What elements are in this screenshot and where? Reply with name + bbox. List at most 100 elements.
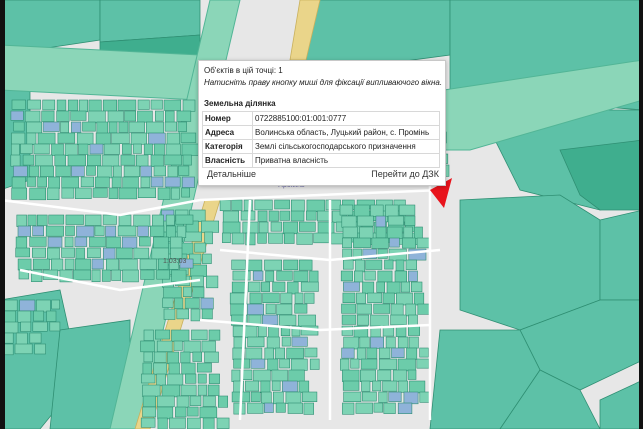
house-plot[interactable] — [353, 204, 370, 218]
house-plot[interactable] — [150, 225, 165, 237]
house-plot[interactable] — [29, 236, 47, 247]
house-plot[interactable] — [361, 380, 371, 392]
house-plot[interactable] — [181, 187, 191, 198]
house-plot[interactable] — [264, 347, 274, 360]
house-plot[interactable] — [167, 165, 178, 178]
house-plot[interactable] — [133, 214, 151, 227]
house-plot[interactable] — [339, 204, 354, 216]
house-plot[interactable] — [103, 247, 116, 260]
house-plot[interactable] — [71, 165, 85, 177]
house-plot[interactable] — [258, 221, 269, 234]
house-plot[interactable] — [80, 176, 94, 188]
house-plot[interactable] — [49, 321, 61, 332]
house-plot[interactable] — [54, 154, 66, 167]
house-plot[interactable] — [293, 270, 309, 282]
house-plot[interactable] — [141, 373, 156, 384]
house-plot[interactable] — [64, 236, 74, 248]
house-plot[interactable] — [36, 214, 48, 226]
house-plot[interactable] — [73, 269, 92, 281]
house-plot[interactable] — [218, 395, 229, 408]
house-plot[interactable] — [201, 220, 220, 233]
house-plot[interactable] — [263, 402, 274, 413]
house-plot[interactable] — [199, 406, 218, 419]
house-plot[interactable] — [51, 299, 61, 310]
house-plot[interactable] — [288, 369, 305, 382]
house-plot[interactable] — [244, 325, 258, 339]
house-plot[interactable] — [50, 258, 64, 272]
house-plot[interactable] — [271, 380, 281, 391]
house-plot[interactable] — [265, 303, 276, 315]
house-plot[interactable] — [403, 391, 419, 405]
house-plot[interactable] — [268, 232, 284, 244]
house-plot[interactable] — [356, 303, 372, 315]
house-plot[interactable] — [139, 258, 157, 270]
go-to-dzk-link[interactable]: Перейти до ДЗК — [371, 169, 439, 179]
house-plot[interactable] — [173, 340, 183, 351]
house-plot[interactable] — [196, 362, 212, 373]
house-plot[interactable] — [61, 176, 79, 189]
house-plot[interactable] — [76, 225, 95, 238]
house-plot[interactable] — [118, 121, 129, 133]
house-plot[interactable] — [197, 384, 208, 396]
house-plot[interactable] — [386, 226, 403, 239]
house-plot[interactable] — [257, 232, 267, 244]
house-plot[interactable] — [389, 237, 400, 248]
house-plot[interactable] — [47, 236, 63, 248]
house-plot[interactable] — [231, 369, 241, 382]
house-plot[interactable] — [40, 165, 54, 177]
house-plot[interactable] — [408, 270, 418, 282]
house-plot[interactable] — [87, 247, 101, 258]
house-plot[interactable] — [185, 373, 197, 384]
house-plot[interactable] — [309, 270, 319, 283]
house-plot[interactable] — [28, 165, 40, 177]
house-plot[interactable] — [357, 215, 374, 227]
house-plot[interactable] — [219, 199, 231, 211]
house-plot[interactable] — [117, 225, 137, 237]
house-plot[interactable] — [216, 417, 230, 429]
house-plot[interactable] — [232, 325, 244, 337]
house-plot[interactable] — [64, 258, 75, 270]
house-plot[interactable] — [92, 187, 108, 198]
house-plot[interactable] — [245, 380, 260, 392]
house-plot[interactable] — [155, 110, 164, 122]
house-plot[interactable] — [279, 210, 290, 221]
house-plot[interactable] — [94, 176, 110, 188]
house-plot[interactable] — [343, 281, 360, 292]
house-plot[interactable] — [157, 417, 168, 429]
house-plot[interactable] — [194, 242, 207, 253]
house-plot[interactable] — [359, 369, 376, 382]
house-plot[interactable] — [242, 221, 259, 234]
house-plot[interactable] — [382, 380, 398, 392]
house-plot[interactable] — [397, 402, 413, 414]
house-plot[interactable] — [378, 347, 391, 359]
house-plot[interactable] — [20, 143, 33, 154]
house-plot[interactable] — [137, 225, 149, 237]
house-plot[interactable] — [61, 247, 75, 258]
house-plot[interactable] — [150, 99, 163, 110]
house-plot[interactable] — [41, 110, 55, 122]
house-plot[interactable] — [175, 406, 187, 418]
house-plot[interactable] — [302, 391, 318, 402]
house-plot[interactable] — [390, 314, 407, 326]
house-plot[interactable] — [250, 391, 261, 402]
house-plot[interactable] — [253, 369, 271, 382]
house-plot[interactable] — [113, 165, 122, 178]
house-plot[interactable] — [187, 417, 201, 429]
house-plot[interactable] — [178, 165, 190, 176]
house-plot[interactable] — [262, 314, 279, 326]
house-plot[interactable] — [287, 281, 299, 295]
house-plot[interactable] — [133, 247, 150, 259]
house-plot[interactable] — [78, 99, 88, 113]
house-plot[interactable] — [67, 99, 79, 111]
house-plot[interactable] — [150, 154, 164, 167]
house-plot[interactable] — [143, 143, 153, 155]
house-plot[interactable] — [152, 214, 164, 227]
house-plot[interactable] — [155, 329, 171, 340]
house-plot[interactable] — [26, 121, 42, 134]
house-plot[interactable] — [272, 281, 286, 292]
house-plot[interactable] — [294, 303, 308, 314]
house-plot[interactable] — [140, 269, 155, 280]
house-plot[interactable] — [96, 121, 109, 134]
house-plot[interactable] — [11, 143, 20, 157]
house-plot[interactable] — [370, 204, 384, 217]
